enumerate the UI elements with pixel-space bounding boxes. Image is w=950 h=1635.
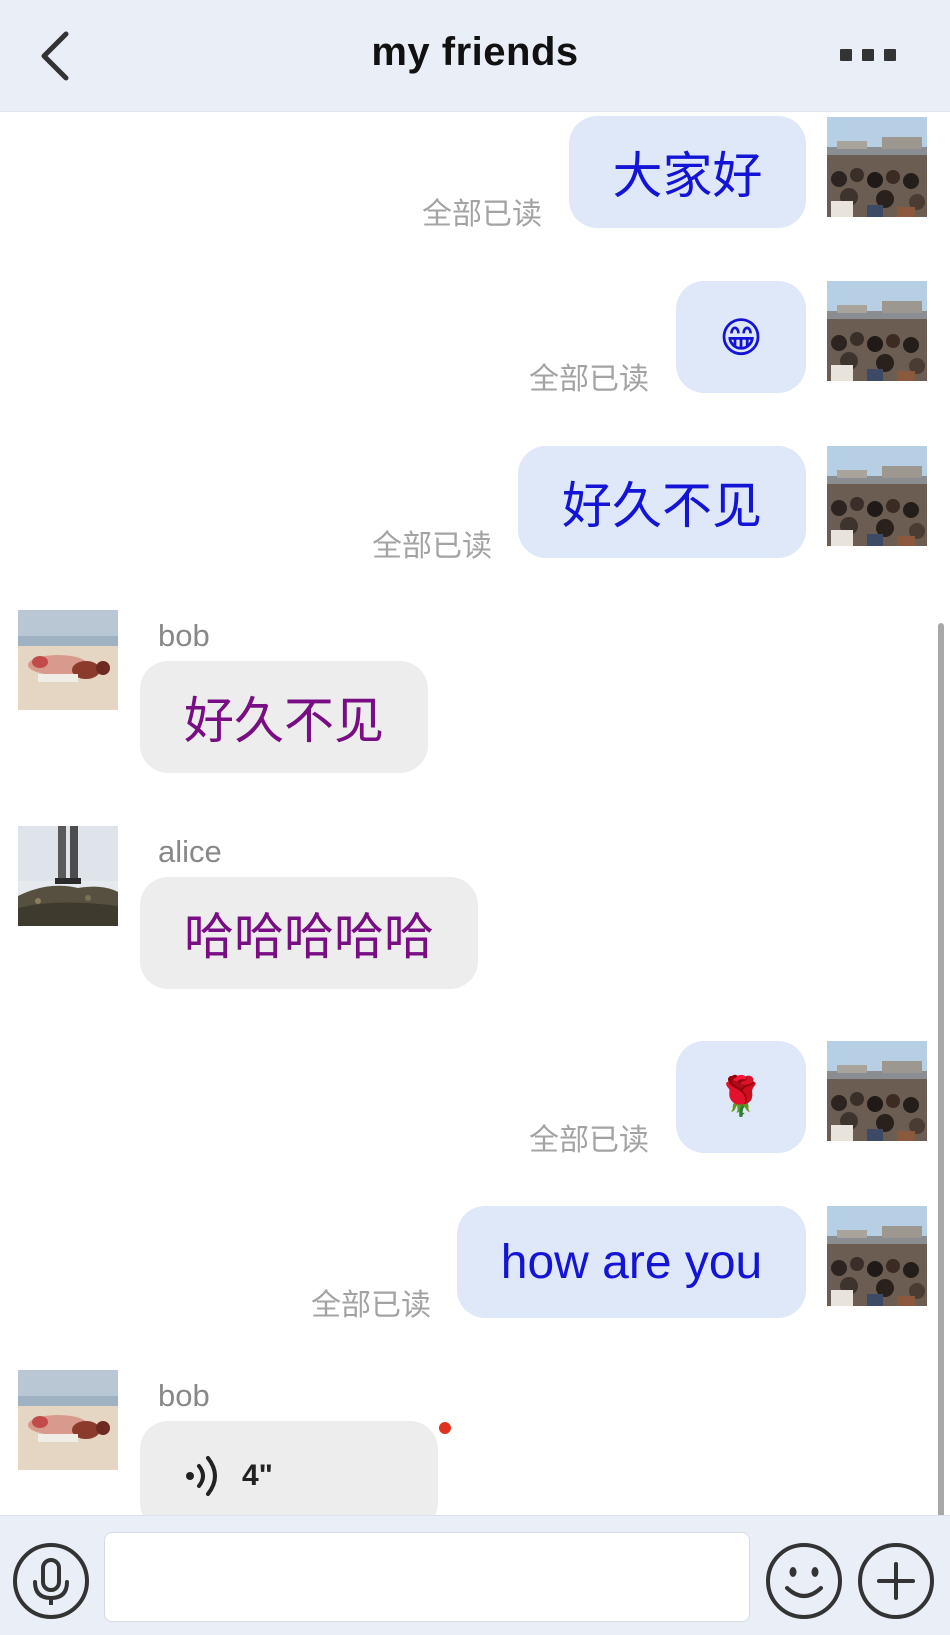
more-dots-icon <box>884 49 896 61</box>
plus-circle-icon <box>858 1543 934 1619</box>
microphone-icon <box>13 1543 89 1619</box>
message-list[interactable]: 大家好 全部已读 😁 全部已读 好久不见 全部已读 bob 好久不见 alice… <box>0 111 950 1515</box>
my-avatar[interactable] <box>827 1041 927 1141</box>
voice-message-bubble[interactable]: 4" <box>140 1421 438 1515</box>
outgoing-message-bubble[interactable]: how are you <box>457 1206 806 1318</box>
outgoing-emoji-bubble[interactable]: 😁 <box>676 281 806 393</box>
more-dots-icon <box>862 49 874 61</box>
message-text: 好久不见 <box>562 478 762 534</box>
voice-duration: 4" <box>242 1459 273 1492</box>
smiley-icon <box>766 1543 842 1619</box>
sender-name: bob <box>158 1378 210 1413</box>
page-title: my friends <box>371 30 579 74</box>
message-text: 大家好 <box>612 148 763 204</box>
outgoing-emoji-bubble[interactable]: 🌹 <box>676 1041 806 1153</box>
bob-avatar[interactable] <box>18 1370 118 1470</box>
input-bar <box>0 1515 950 1635</box>
scrollbar[interactable] <box>938 623 944 1515</box>
read-status: 全部已读 <box>372 530 492 563</box>
message-text: 好久不见 <box>184 693 384 749</box>
outgoing-message-bubble[interactable]: 好久不见 <box>518 446 806 558</box>
outgoing-message-bubble[interactable]: 大家好 <box>569 116 806 228</box>
more-options-button[interactable] <box>840 49 900 63</box>
my-avatar[interactable] <box>827 117 927 217</box>
sender-name: bob <box>158 618 210 653</box>
read-status: 全部已读 <box>311 1289 431 1322</box>
bob-avatar[interactable] <box>18 610 118 710</box>
message-input[interactable] <box>104 1532 750 1622</box>
message-text: 哈哈哈哈哈 <box>184 909 434 965</box>
message-text: how are you <box>500 1235 763 1289</box>
incoming-message-bubble[interactable]: 哈哈哈哈哈 <box>140 877 478 989</box>
more-dots-icon <box>840 49 852 61</box>
alice-avatar[interactable] <box>18 826 118 926</box>
my-avatar[interactable] <box>827 446 927 546</box>
app-header: my friends <box>0 0 950 112</box>
read-status: 全部已读 <box>529 363 649 396</box>
incoming-message-bubble[interactable]: 好久不见 <box>140 661 428 773</box>
rose-emoji: 🌹 <box>717 1076 765 1118</box>
grinning-face-emoji: 😁 <box>719 313 763 361</box>
read-status: 全部已读 <box>529 1124 649 1157</box>
unread-dot <box>439 1422 451 1434</box>
my-avatar[interactable] <box>827 281 927 381</box>
read-status: 全部已读 <box>422 198 542 231</box>
my-avatar[interactable] <box>827 1206 927 1306</box>
voice-wave-icon <box>186 1456 217 1496</box>
more-actions-button[interactable] <box>857 1542 935 1620</box>
voice-input-button[interactable] <box>12 1542 90 1620</box>
sender-name: alice <box>158 834 222 869</box>
emoji-button[interactable] <box>765 1542 843 1620</box>
